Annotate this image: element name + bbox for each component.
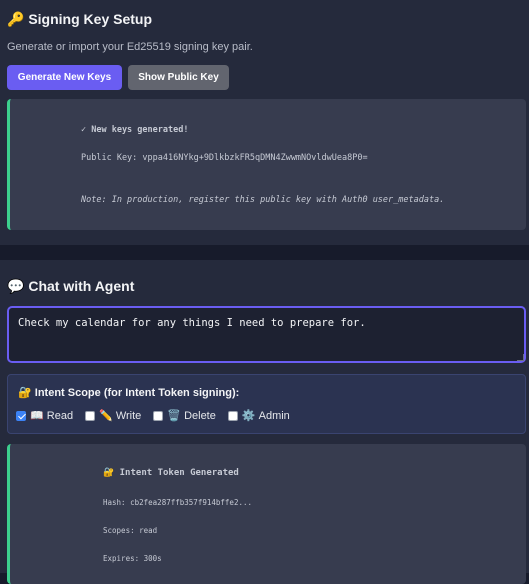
trash-icon: 🗑️ [167,409,181,422]
intent-token-title: Intent Token Generated [119,468,239,478]
scope-admin-checkbox[interactable] [227,410,238,421]
production-note: Note: In production, register this publi… [81,195,445,205]
scope-read-checkbox[interactable] [16,410,26,421]
scope-write-label: Write [115,409,142,422]
book-icon: 📖 [30,409,44,422]
chat-message-input[interactable]: Check my calendar for any things I need … [7,306,526,363]
chat-heading: 💬 Chat with Agent [7,278,134,295]
gear-icon: ⚙️ [241,409,256,422]
signing-key-title: Signing Key Setup [28,11,153,27]
scope-admin-option[interactable]: ⚙️ Admin [227,409,290,422]
intent-token-heading: 🔐 Intent Token Generated [103,468,239,478]
show-public-key-button[interactable]: Show Public Key [128,65,229,90]
intent-token-expires: Expires: 300s [103,554,162,563]
scope-admin-label: Admin [258,409,290,422]
scope-delete-checkbox[interactable] [153,410,164,421]
scope-write-checkbox[interactable] [85,410,96,421]
resize-handle-icon[interactable] [517,354,524,361]
scope-delete-label: Delete [184,409,216,422]
intent-token-panel: 🔐 Intent Token Generated Hash: cb2fea287… [7,444,526,584]
speech-bubble-icon: 💬 [7,279,25,295]
intent-scope-title: Intent Scope (for Intent Token signing): [34,387,240,399]
keys-generated-status: ✓ New keys generated! [81,125,189,135]
scope-write-option[interactable]: ✏️ Write [85,409,141,422]
signing-key-subtitle: Generate or import your Ed25519 signing … [7,41,253,53]
signing-key-section: 🔑 Signing Key Setup Generate or import y… [0,0,529,245]
scope-read-label: Read [46,409,74,422]
key-result-panel: ✓ New keys generated! Public Key: vppa41… [7,99,526,230]
scope-delete-option[interactable]: 🗑️ Delete [153,409,216,422]
generate-keys-button[interactable]: Generate New Keys [7,65,122,90]
key-icon: 🔑 [7,12,25,28]
intent-scope-heading: 🔐 Intent Scope (for Intent Token signing… [18,386,239,399]
chat-title: Chat with Agent [28,278,135,294]
intent-token-scopes: Scopes: read [103,526,158,535]
public-key-value: Public Key: vppa416NYkg+9DlkbzkFR5qDMN4Z… [81,153,368,163]
intent-scope-panel: 🔐 Intent Scope (for Intent Token signing… [7,374,526,434]
signing-key-heading: 🔑 Signing Key Setup [7,11,152,28]
lock-key-icon: 🔐 [103,468,115,478]
scope-options: 📖 Read ✏️ Write 🗑️ Delete ⚙️ Admin [16,409,302,422]
intent-token-hash: Hash: cb2fea287ffb357f914bffe2... [103,498,253,507]
lock-key-icon: 🔐 [18,386,32,399]
scope-read-option[interactable]: 📖 Read [16,409,73,422]
pencil-icon: ✏️ [99,409,113,422]
